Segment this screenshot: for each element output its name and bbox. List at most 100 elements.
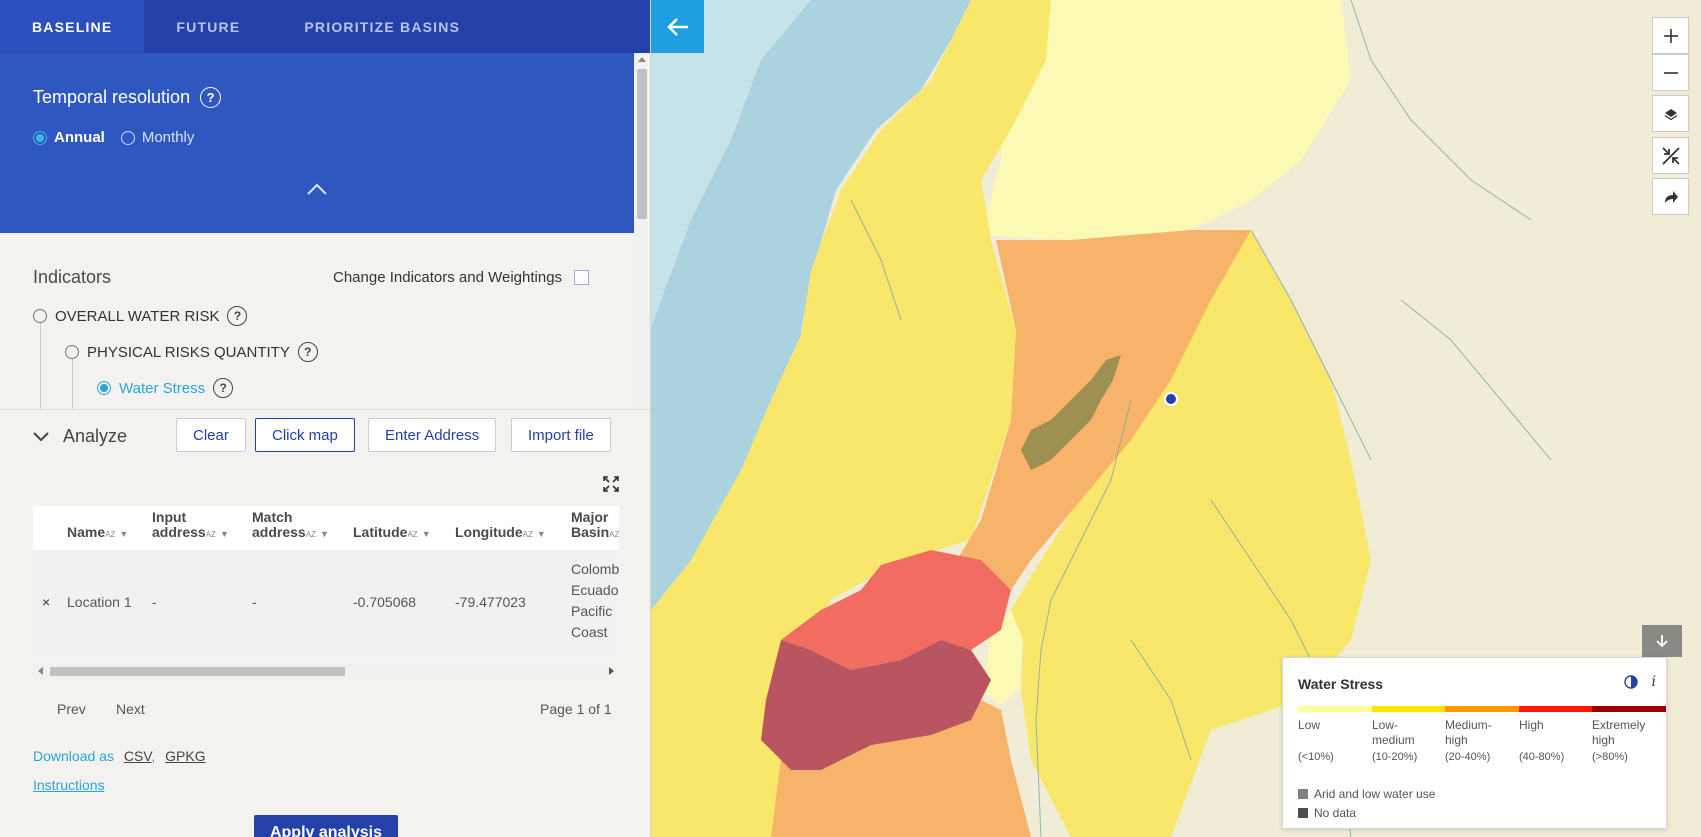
column-header-latitude[interactable]: LatitudeAZ ▼ [353,525,431,542]
tab-prioritize-basins[interactable]: PRIORITIZE BASINS [272,0,492,53]
layers-icon [1664,108,1677,120]
radio-selected-icon [97,381,111,395]
tab-future[interactable]: FUTURE [144,0,272,53]
indicator-label: PHYSICAL RISKS QUANTITY [87,343,290,361]
no-data-swatch [1298,808,1308,818]
indicators-title: Indicators [33,267,112,287]
scroll-thumb[interactable] [50,667,345,676]
zoom-in-button[interactable] [1652,17,1689,54]
scroll-right-arrow-icon[interactable] [609,667,614,675]
arrow-left-icon [666,17,688,36]
compress-icon [1661,146,1680,165]
legend-arid: Arid and low water use [1298,787,1435,801]
legend-category-label: Low-medium [1372,718,1415,747]
download-csv-link[interactable]: CSV [124,748,152,764]
scroll-thumb[interactable] [637,69,647,219]
legend-swatch-high [1518,706,1593,712]
column-header-name[interactable]: NameAZ ▼ [67,525,128,542]
download-label: Download as [33,748,114,764]
tab-bar: BASELINE FUTURE PRIORITIZE BASINS [0,0,650,53]
analyze-title: Analyze [63,426,128,446]
analyze-header[interactable]: Analyze [33,426,127,447]
back-arrow-button[interactable] [651,0,704,53]
legend-toggle-button[interactable] [1642,625,1682,657]
info-icon[interactable]: i [1652,674,1656,690]
legend-no-data: No data [1298,806,1356,820]
clear-button[interactable]: Clear [176,418,246,452]
prev-page-button[interactable]: Prev [57,701,86,717]
chevron-down-icon[interactable] [33,431,49,442]
expand-icon[interactable] [603,476,619,492]
table-header: NameAZ ▼ Input addressAZ ▼ Match addressAZ… [33,506,619,550]
legend-range-label: (10-20%) [1372,751,1418,763]
download-options: Download as CSV, GPKG [33,748,206,764]
tree-line [72,358,73,413]
click-map-button[interactable]: Click map [255,418,355,452]
minus-icon [1663,71,1678,74]
layers-button[interactable] [1652,95,1689,132]
column-header-longitude[interactable]: LongitudeAZ ▼ [455,525,546,542]
remove-row-icon[interactable]: × [42,594,50,610]
column-header-major-basin[interactable]: Major BasinAZ [571,510,619,542]
legend-category-label: Extremely high [1592,718,1646,747]
legend-category-label: High [1519,718,1544,732]
legend-swatch-low-medium [1371,706,1446,712]
cell-input-address: - [152,594,157,610]
page-indicator: Page 1 of 1 [540,701,612,717]
scroll-left-arrow-icon[interactable] [38,667,43,675]
left-panel: BASELINE FUTURE PRIORITIZE BASINS Tempor… [0,0,651,837]
zoom-out-button[interactable] [1652,54,1689,91]
results-table: NameAZ ▼ Input addressAZ ▼ Match addressAZ… [33,506,619,656]
change-indicators-toggle[interactable]: Change Indicators and Weightings [333,269,590,286]
arrow-down-icon [1656,635,1668,648]
legend-range-label: (40-80%) [1519,751,1565,763]
help-icon[interactable]: ? [200,87,222,108]
legend-range-label: (20-40%) [1445,751,1491,763]
column-header-match-address[interactable]: Match addressAZ ▼ [252,510,329,542]
cell-match-address: - [252,594,257,610]
tab-baseline[interactable]: BASELINE [0,0,145,53]
radio-monthly[interactable]: Monthly [120,129,194,146]
instructions-link[interactable]: Instructions [33,777,105,793]
indicator-overall-water-risk[interactable]: OVERALL WATER RISK ? [33,306,248,326]
cell-name: Location 1 [67,594,132,610]
opacity-icon[interactable] [1623,675,1638,689]
legend-title: Water Stress [1298,676,1384,692]
radio-unselected-icon [33,309,47,323]
horizontal-scrollbar[interactable] [33,664,619,678]
legend-actions: i [1623,674,1656,690]
chevron-up-icon[interactable] [305,181,329,197]
indicator-physical-risks-quantity[interactable]: PHYSICAL RISKS QUANTITY ? [65,342,318,362]
location-marker-icon[interactable] [1164,392,1178,406]
legend-range-label: (<10%) [1298,751,1334,763]
help-icon[interactable]: ? [297,342,318,362]
indicator-water-stress[interactable]: Water Stress ? [97,378,234,398]
change-indicators-checkbox[interactable] [574,270,590,285]
legend-range-label: (>80%) [1592,751,1628,763]
radio-selected-icon [33,130,47,145]
cell-major-basin: Colomb Ecuador Pacific Coast [571,561,619,640]
scroll-up-arrow-icon[interactable] [638,57,646,62]
column-header-input-address[interactable]: Input addressAZ ▼ [152,510,229,542]
legend-swatch-medium-high [1445,706,1519,712]
help-icon[interactable]: ? [213,378,234,398]
radio-annual[interactable]: Annual [33,129,105,146]
download-gpkg-link[interactable]: GPKG [165,748,205,764]
help-icon[interactable]: ? [227,306,248,326]
radio-annual-label: Annual [54,129,105,146]
plus-icon [1663,28,1678,43]
legend-category-label: Medium-high [1445,718,1492,747]
change-indicators-label: Change Indicators and Weightings [333,269,563,286]
temporal-resolution-heading: Temporal resolution ? [33,87,222,108]
enter-address-button[interactable]: Enter Address [368,418,497,452]
import-file-button[interactable]: Import file [511,418,611,452]
next-page-button[interactable]: Next [116,701,145,717]
share-button[interactable] [1652,178,1689,215]
vertical-scrollbar[interactable] [634,53,650,409]
collapse-map-button[interactable] [1652,137,1689,174]
legend-swatch-low [1298,706,1372,712]
cell-longitude: -79.477023 [455,594,526,610]
temporal-resolution-section: Temporal resolution ? Annual Monthly [0,53,634,233]
apply-analysis-button[interactable]: Apply analysis [254,815,398,837]
indicator-label: Water Stress [119,379,206,397]
